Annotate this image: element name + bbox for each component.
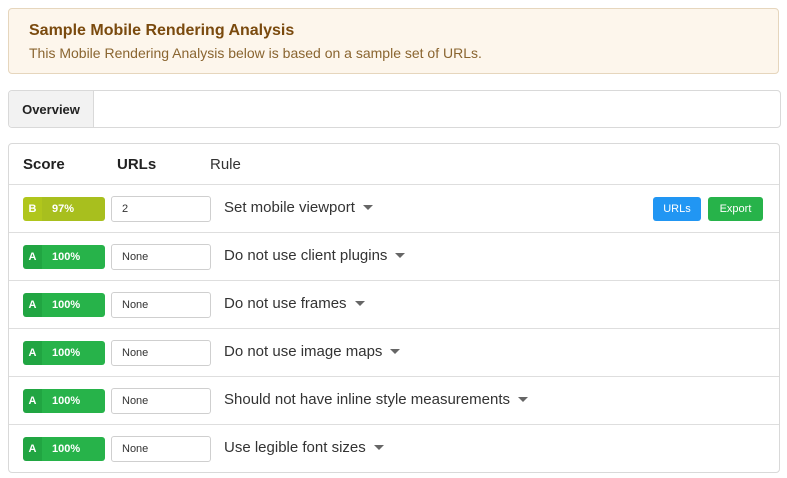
rule-label: Do not use frames	[224, 295, 347, 312]
table-header: Score URLs Rule	[9, 144, 779, 185]
table-row: A 100% Do not use frames	[9, 281, 779, 329]
grade-letter: A	[23, 293, 42, 317]
header-rule: Rule	[210, 156, 241, 173]
rule-label: Use legible font sizes	[224, 439, 366, 456]
rule-dropdown[interactable]: Should not have inline style measurement…	[224, 391, 528, 408]
table-row: B 97% Set mobile viewport URLs Export	[9, 185, 779, 233]
rule-label: Do not use client plugins	[224, 247, 388, 264]
urls-count-field[interactable]	[111, 292, 211, 318]
score-badge: A 100%	[23, 389, 105, 413]
caret-down-icon	[373, 445, 384, 450]
caret-down-icon	[362, 205, 373, 210]
export-button[interactable]: Export	[708, 197, 763, 221]
rule-dropdown[interactable]: Do not use client plugins	[224, 247, 406, 264]
rule-label: Do not use image maps	[224, 343, 383, 360]
score-badge: A 100%	[23, 293, 105, 317]
urls-count-field[interactable]	[111, 388, 211, 414]
notice-text: This Mobile Rendering Analysis below is …	[29, 45, 482, 61]
rule-label: Should not have inline style measurement…	[224, 391, 510, 408]
rule-dropdown[interactable]: Set mobile viewport	[224, 199, 373, 216]
score-percent: 100%	[42, 437, 105, 461]
tab-overview[interactable]: Overview	[9, 91, 94, 127]
grade-letter: A	[23, 245, 42, 269]
grade-letter: B	[23, 197, 42, 221]
rule-label: Set mobile viewport	[224, 199, 355, 216]
score-badge: A 100%	[23, 245, 105, 269]
urls-button[interactable]: URLs	[653, 197, 701, 221]
caret-down-icon	[390, 349, 401, 354]
table-row: A 100% Do not use image maps	[9, 329, 779, 377]
score-percent: 97%	[42, 197, 105, 221]
table-row: A 100% Do not use client plugins	[9, 233, 779, 281]
grade-letter: A	[23, 389, 42, 413]
grade-letter: A	[23, 341, 42, 365]
urls-count-field[interactable]	[111, 436, 211, 462]
table-row: A 100% Use legible font sizes	[9, 425, 779, 473]
score-percent: 100%	[42, 341, 105, 365]
rule-dropdown[interactable]: Do not use frames	[224, 295, 365, 312]
caret-down-icon	[518, 397, 528, 402]
caret-down-icon	[395, 253, 406, 258]
table-row: A 100% Should not have inline style meas…	[9, 377, 779, 425]
header-urls: URLs	[117, 156, 157, 173]
notice-title: Sample Mobile Rendering Analysis	[29, 22, 295, 39]
score-percent: 100%	[42, 245, 105, 269]
header-score: Score	[23, 156, 65, 173]
urls-count-field[interactable]	[111, 196, 211, 222]
grade-letter: A	[23, 437, 42, 461]
tab-bar: Overview	[8, 90, 781, 128]
score-badge: A 100%	[23, 341, 105, 365]
caret-down-icon	[354, 301, 365, 306]
rule-dropdown[interactable]: Use legible font sizes	[224, 439, 384, 456]
score-percent: 100%	[42, 293, 105, 317]
score-badge: B 97%	[23, 197, 105, 221]
rule-dropdown[interactable]: Do not use image maps	[224, 343, 401, 360]
score-percent: 100%	[42, 389, 105, 413]
urls-count-field[interactable]	[111, 244, 211, 270]
score-badge: A 100%	[23, 437, 105, 461]
rules-table: Score URLs Rule B 97% Set mobile viewpor…	[8, 143, 780, 473]
sample-notice: Sample Mobile Rendering Analysis This Mo…	[8, 8, 779, 74]
urls-count-field[interactable]	[111, 340, 211, 366]
